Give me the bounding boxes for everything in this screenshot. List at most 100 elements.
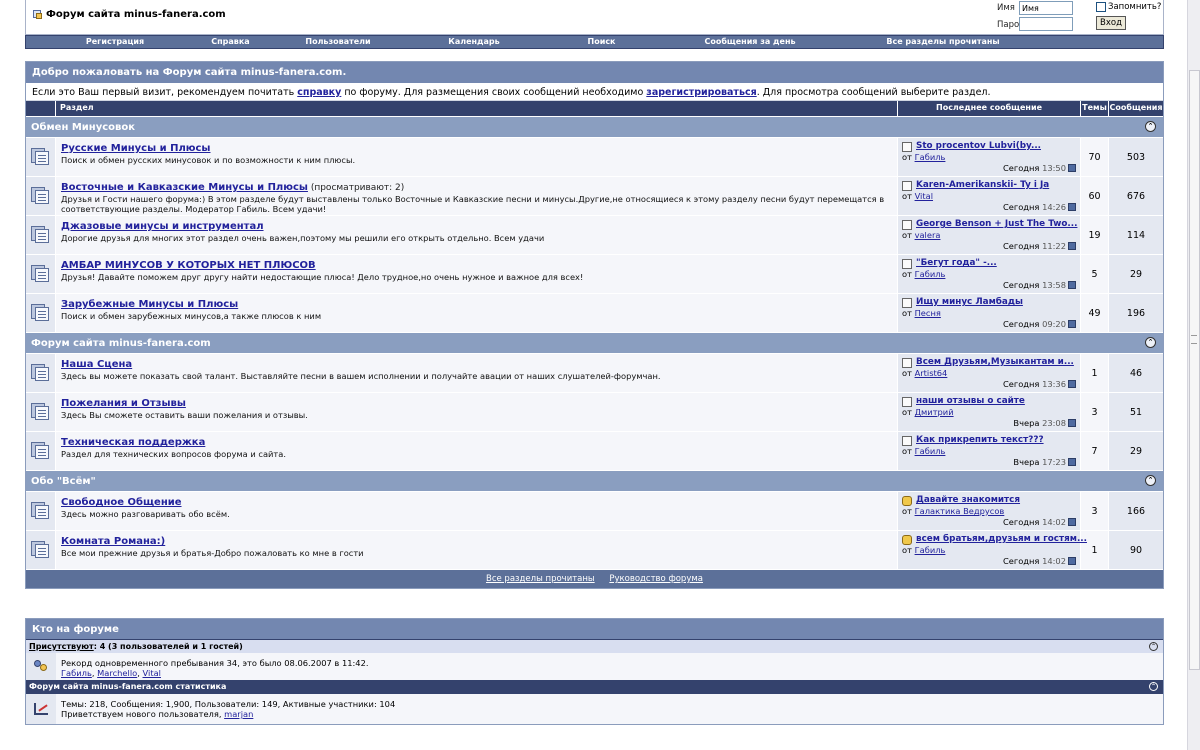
- go-to-last-post-icon[interactable]: [1068, 458, 1076, 466]
- go-to-last-post-icon[interactable]: [1068, 419, 1076, 427]
- category-title[interactable]: Обо "Всём": [31, 476, 96, 487]
- category-header[interactable]: Обо "Всём" ⌃: [26, 470, 1163, 491]
- forum-title-link[interactable]: Пожелания и Отзывы: [61, 398, 186, 409]
- site-title: Форум сайта minus-fanera.com: [46, 9, 226, 20]
- last-post-time: 11:22: [1042, 241, 1066, 251]
- last-post-user-link[interactable]: Галактика Ведрусов: [915, 506, 1005, 516]
- category-header[interactable]: Обмен Минусовок ⌃: [26, 116, 1163, 137]
- last-post-user-link[interactable]: Габиль: [915, 269, 946, 279]
- last-post-day: Сегодня: [1002, 517, 1040, 527]
- forum-viewing: (просматривают: 2): [310, 183, 405, 193]
- last-post-cell: Как прикрепить текст??? от Габиль Вчера 17…: [898, 432, 1081, 470]
- newest-member-link[interactable]: marjan: [224, 709, 253, 719]
- go-to-last-post-icon[interactable]: [1068, 380, 1076, 388]
- last-post-title-link[interactable]: Ищу минус Ламбады: [916, 297, 1023, 307]
- online-title: Кто на форуме: [26, 619, 1163, 639]
- collapse-icon[interactable]: ⌃: [1149, 682, 1158, 691]
- last-post-title-link[interactable]: наши отзывы о сайте: [916, 396, 1025, 406]
- nav-help[interactable]: Справка: [204, 36, 257, 48]
- go-to-last-post-icon[interactable]: [1068, 203, 1076, 211]
- newest-member-line: Приветствуем нового пользователя, marjan: [61, 709, 395, 719]
- page-scrollbar[interactable]: [1187, 0, 1200, 750]
- help-link[interactable]: справку: [297, 87, 341, 98]
- last-post-title-link[interactable]: Sto procentov Lubvi(by...: [916, 141, 1041, 151]
- last-post-date: Вчера 17:23: [1013, 457, 1076, 467]
- last-post-user-link[interactable]: Габиль: [915, 152, 946, 162]
- forum-title-link[interactable]: АМБАР МИНУСОВ У КОТОРЫХ НЕТ ПЛЮСОВ: [61, 260, 316, 271]
- last-post-day: Сегодня: [1002, 241, 1040, 251]
- nav-members[interactable]: Пользователи: [257, 36, 419, 48]
- last-post-cell: "Бегут года" -... от Габиль Сегодня 13:58: [898, 255, 1081, 293]
- mark-all-read-link[interactable]: Все разделы прочитаны: [486, 574, 595, 584]
- scrollbar-grip-icon: [1191, 335, 1197, 344]
- nav-mark-all-read[interactable]: Все разделы прочитаны: [826, 36, 1060, 48]
- last-post-user-link[interactable]: Габиль: [915, 446, 946, 456]
- go-to-last-post-icon[interactable]: [1068, 164, 1076, 172]
- last-post-title-link[interactable]: Karen-Amerikanskii- Ty i Ja: [916, 180, 1049, 190]
- forum-description: Друзья! Давайте поможем друг другу найти…: [61, 272, 584, 282]
- stats-chart-icon: [26, 694, 56, 724]
- password-input[interactable]: [1019, 17, 1073, 31]
- online-user[interactable]: Габиль: [61, 668, 92, 678]
- go-to-last-post-icon[interactable]: [1068, 281, 1076, 289]
- last-post-title-link[interactable]: George Benson + Just The Two...: [916, 219, 1077, 229]
- last-post-user-link[interactable]: Габиль: [915, 545, 946, 555]
- forum-row: Техническая поддержка Раздел для техниче…: [26, 431, 1163, 470]
- category-title[interactable]: Обмен Минусовок: [31, 122, 135, 133]
- last-post-user-link[interactable]: valera: [915, 230, 941, 240]
- go-to-last-post-icon[interactable]: [1068, 557, 1076, 565]
- forum-title-link[interactable]: Восточные и Кавказские Минусы и Плюсы: [61, 182, 308, 193]
- forum-title-link[interactable]: Наша Сцена: [61, 359, 132, 370]
- remember-checkbox[interactable]: [1096, 2, 1106, 12]
- nav-todays-posts[interactable]: Сообщения за день: [674, 36, 826, 48]
- last-post-user-link[interactable]: Vital: [915, 191, 933, 201]
- nav-search[interactable]: Поиск: [529, 36, 674, 48]
- last-post-cell: всем братьям,друзьям и гостям... от Габил…: [898, 531, 1087, 569]
- collapse-icon[interactable]: ⌃: [1145, 121, 1156, 132]
- go-to-last-post-icon[interactable]: [1068, 518, 1076, 526]
- last-post-title-link[interactable]: Всем Друзьям,Музыкантам и...: [916, 357, 1074, 367]
- forum-title-link[interactable]: Техническая поддержка: [61, 437, 205, 448]
- last-post-title-link[interactable]: всем братьям,друзьям и гостям...: [916, 534, 1087, 544]
- thread-count: 60: [1081, 177, 1109, 215]
- go-to-last-post-icon[interactable]: [1068, 242, 1076, 250]
- last-post-author: от Vital: [902, 191, 933, 201]
- forum-info-cell: Пожелания и Отзывы Здесь Вы сможете оста…: [56, 393, 898, 431]
- category-header[interactable]: Форум сайта minus-fanera.com ⌃: [26, 332, 1163, 353]
- thread-count: 3: [1081, 492, 1109, 530]
- username-input[interactable]: [1019, 1, 1073, 15]
- last-post-user-link[interactable]: Дмитрий: [915, 407, 954, 417]
- last-post-author: от Габиль: [902, 446, 945, 456]
- present-link[interactable]: Присутствуют: [29, 642, 94, 651]
- online-user[interactable]: Vital: [143, 668, 161, 678]
- last-post-title-link[interactable]: Давайте знакомится: [916, 495, 1020, 505]
- forum-title-link[interactable]: Джазовые минусы и инструментал: [61, 221, 264, 232]
- nav-calendar[interactable]: Календарь: [419, 36, 529, 48]
- post-icon: [902, 358, 912, 368]
- last-post-user-link[interactable]: Artist64: [915, 368, 948, 378]
- nav-register[interactable]: Регистрация: [26, 36, 204, 48]
- forum-leaders-link[interactable]: Руководство форума: [609, 574, 703, 584]
- last-post-user-link[interactable]: Песня: [915, 308, 941, 318]
- forum-status-cell: [26, 492, 56, 530]
- last-post-title-link[interactable]: Как прикрепить текст???: [916, 435, 1044, 445]
- forum-categories: Обмен Минусовок ⌃ Русские Минусы и Плюсы П…: [26, 116, 1163, 569]
- forum-title-link[interactable]: Свободное Общение: [61, 497, 182, 508]
- online-user[interactable]: Marchello: [97, 668, 137, 678]
- last-post-title-link[interactable]: "Бегут года" -...: [916, 258, 997, 268]
- forum-title-link[interactable]: Зарубежные Минусы и Плюсы: [61, 299, 238, 310]
- forum-title-link[interactable]: Комната Романа:): [61, 536, 165, 547]
- category-title[interactable]: Форум сайта minus-fanera.com: [31, 338, 211, 349]
- newest-member-label: Приветствуем нового пользователя,: [61, 709, 225, 719]
- register-link[interactable]: зарегистрироваться: [646, 87, 756, 98]
- go-to-last-post-icon[interactable]: [1068, 320, 1076, 328]
- collapse-icon[interactable]: ⌃: [1145, 337, 1156, 348]
- header-posts: Сообщения: [1109, 103, 1163, 112]
- forum-title-link[interactable]: Русские Минусы и Плюсы: [61, 143, 210, 154]
- login-button[interactable]: Вход: [1096, 16, 1126, 30]
- last-post-date: Сегодня 14:02: [1003, 556, 1076, 566]
- collapse-icon[interactable]: ⌃: [1149, 642, 1158, 651]
- collapse-icon[interactable]: ⌃: [1145, 475, 1156, 486]
- site-logo[interactable]: Форум сайта minus-fanera.com: [32, 9, 226, 20]
- scrollbar-thumb[interactable]: [1189, 70, 1200, 670]
